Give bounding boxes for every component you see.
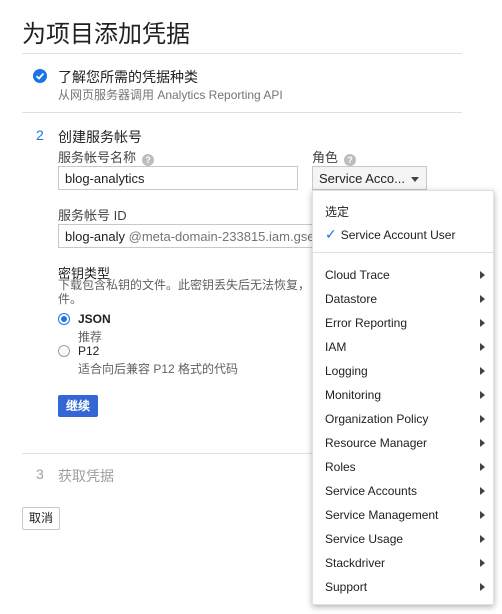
- chevron-right-icon: [480, 535, 485, 543]
- dropdown-item-error-reporting[interactable]: Error Reporting: [313, 311, 493, 335]
- chevron-right-icon: [480, 583, 485, 591]
- dropdown-item-service-usage[interactable]: Service Usage: [313, 527, 493, 551]
- dropdown-item-resource-manager[interactable]: Resource Manager: [313, 431, 493, 455]
- account-name-value: blog-analytics: [65, 171, 145, 186]
- chevron-right-icon: [480, 319, 485, 327]
- step1-divider: [22, 112, 462, 113]
- dropdown-item-roles[interactable]: Roles: [313, 455, 493, 479]
- dropdown-divider: [313, 252, 493, 253]
- dropdown-selected-item[interactable]: ✓ Service Account User: [325, 226, 455, 243]
- dropdown-item-label: Organization Policy: [325, 412, 429, 426]
- page-title: 为项目添加凭据: [22, 21, 190, 48]
- dropdown-item-monitoring[interactable]: Monitoring: [313, 383, 493, 407]
- cancel-button[interactable]: 取消: [22, 507, 60, 530]
- dropdown-item-label: Service Management: [325, 508, 439, 522]
- dropdown-item-datastore[interactable]: Datastore: [313, 287, 493, 311]
- step3-number: 3: [36, 466, 44, 482]
- title-divider: [22, 53, 462, 54]
- step2-divider: [22, 453, 312, 454]
- account-id-input[interactable]: blog-analy @meta-domain-233815.iam.gserv…: [58, 224, 312, 248]
- step1-title[interactable]: 了解您所需的凭据种类: [58, 67, 198, 87]
- chevron-right-icon: [480, 463, 485, 471]
- continue-button[interactable]: 继续: [58, 395, 98, 417]
- radio-p12-sub: 适合向后兼容 P12 格式的代码: [78, 362, 239, 376]
- key-type-description: 下载包含私钥的文件。此密钥丢失后无法恢复，件。: [58, 278, 311, 306]
- dropdown-item-label: Stackdriver: [325, 556, 386, 570]
- chevron-right-icon: [480, 271, 485, 279]
- dropdown-section-title: 选定: [325, 205, 350, 219]
- dropdown-item-label: Roles: [325, 460, 356, 474]
- chevron-right-icon: [480, 367, 485, 375]
- dropdown-item-label: Datastore: [325, 292, 378, 306]
- chevron-right-icon: [480, 295, 485, 303]
- step1-subtitle: 从网页服务器调用 Analytics Reporting API: [58, 88, 283, 102]
- check-icon: ✓: [325, 226, 337, 242]
- role-label: 角色?: [312, 147, 357, 166]
- dropdown-item-logging[interactable]: Logging: [313, 359, 493, 383]
- chevron-right-icon: [480, 487, 485, 495]
- chevron-right-icon: [480, 511, 485, 519]
- chevron-right-icon: [480, 415, 485, 423]
- dropdown-item-label: Error Reporting: [325, 316, 408, 330]
- radio-json[interactable]: [58, 313, 70, 325]
- dropdown-item-support[interactable]: Support: [313, 575, 493, 599]
- chevron-right-icon: [480, 343, 485, 351]
- role-select-value: Service Acco...: [319, 171, 405, 186]
- dropdown-item-organization-policy[interactable]: Organization Policy: [313, 407, 493, 431]
- role-label-text: 角色: [312, 150, 339, 165]
- role-dropdown-menu: 选定 ✓ Service Account User Cloud Trace Dat…: [312, 190, 494, 605]
- dropdown-item-label: Monitoring: [325, 388, 382, 402]
- radio-json-label[interactable]: JSON: [78, 312, 111, 326]
- step2-title: 创建服务帐号: [58, 129, 142, 145]
- step-complete-check-icon: [33, 69, 47, 83]
- radio-p12-label[interactable]: P12: [78, 344, 99, 358]
- selected-item-label: Service Account User: [340, 228, 456, 242]
- caret-down-icon: [411, 177, 419, 182]
- chevron-right-icon: [480, 391, 485, 399]
- account-name-label: 服务帐号名称?: [58, 147, 155, 166]
- dropdown-item-iam[interactable]: IAM: [313, 335, 493, 359]
- account-name-input[interactable]: blog-analytics: [58, 166, 298, 190]
- dropdown-item-label: Cloud Trace: [325, 268, 390, 282]
- radio-json-sub: 推荐: [78, 330, 103, 344]
- account-id-value: blog-analy: [65, 229, 125, 244]
- step2-number: 2: [36, 127, 44, 143]
- dropdown-item-label: Support: [325, 580, 368, 594]
- dropdown-item-label: Service Accounts: [325, 484, 418, 498]
- chevron-right-icon: [480, 559, 485, 567]
- dropdown-item-label: Resource Manager: [325, 436, 428, 450]
- chevron-right-icon: [480, 439, 485, 447]
- account-id-label: 服务帐号 ID: [58, 208, 127, 223]
- role-select[interactable]: Service Acco...: [312, 166, 427, 190]
- dropdown-item-stackdriver[interactable]: Stackdriver: [313, 551, 493, 575]
- help-icon[interactable]: ?: [344, 154, 357, 166]
- dropdown-item-service-management[interactable]: Service Management: [313, 503, 493, 527]
- dropdown-item-label: Logging: [325, 364, 368, 378]
- dropdown-item-label: IAM: [325, 340, 347, 354]
- radio-p12[interactable]: [58, 345, 70, 357]
- account-id-suffix: @meta-domain-233815.iam.gservic: [128, 229, 312, 244]
- dropdown-item-service-accounts[interactable]: Service Accounts: [313, 479, 493, 503]
- help-icon[interactable]: ?: [142, 154, 155, 166]
- dropdown-item-label: Service Usage: [325, 532, 404, 546]
- step3-title: 获取凭据: [58, 468, 114, 484]
- dropdown-item-cloud-trace[interactable]: Cloud Trace: [313, 263, 493, 287]
- account-name-label-text: 服务帐号名称: [58, 150, 137, 165]
